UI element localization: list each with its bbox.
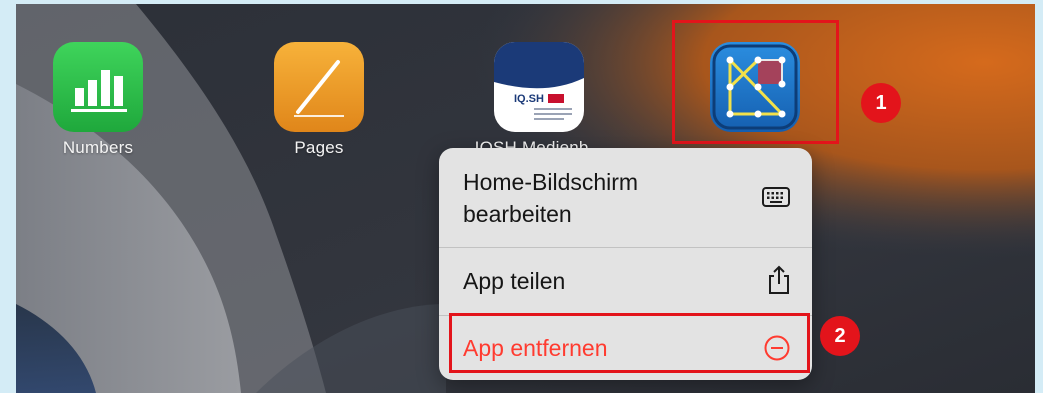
app-label-numbers: Numbers bbox=[62, 138, 134, 157]
menu-item-label-line2: bearbeiten bbox=[463, 201, 572, 227]
iqsh-logo-icon: IQ.SH bbox=[494, 42, 584, 120]
menu-item-share-app[interactable]: App teilen bbox=[439, 248, 812, 315]
menu-item-label: Home-Bildschirm bearbeiten bbox=[463, 166, 638, 230]
step-badge-2: 2 bbox=[820, 316, 860, 356]
pen-icon bbox=[294, 60, 344, 117]
highlight-remove-app bbox=[449, 313, 810, 373]
menu-item-label-line1: Home-Bildschirm bbox=[463, 169, 639, 195]
menu-item-label: App teilen bbox=[463, 268, 566, 294]
step-badge-1: 1 bbox=[861, 83, 901, 123]
app-label-pages: Pages bbox=[294, 138, 344, 157]
iqsh-app-icon[interactable]: IQ.SH bbox=[494, 42, 584, 132]
share-icon bbox=[769, 265, 789, 294]
highlight-geoboard-app bbox=[672, 20, 839, 144]
keyboard-icon bbox=[762, 187, 790, 207]
iqsh-logo-text: IQ.SH bbox=[514, 93, 544, 105]
pages-app-icon[interactable] bbox=[274, 42, 364, 132]
bar-chart-icon bbox=[71, 70, 127, 112]
numbers-app-icon[interactable] bbox=[53, 42, 143, 132]
ipad-home-screen: Numbers Pages IQ.SH IQSH Medienb... bbox=[16, 4, 1035, 393]
menu-item-edit-home-screen[interactable]: Home-Bildschirm bearbeiten bbox=[439, 148, 812, 247]
